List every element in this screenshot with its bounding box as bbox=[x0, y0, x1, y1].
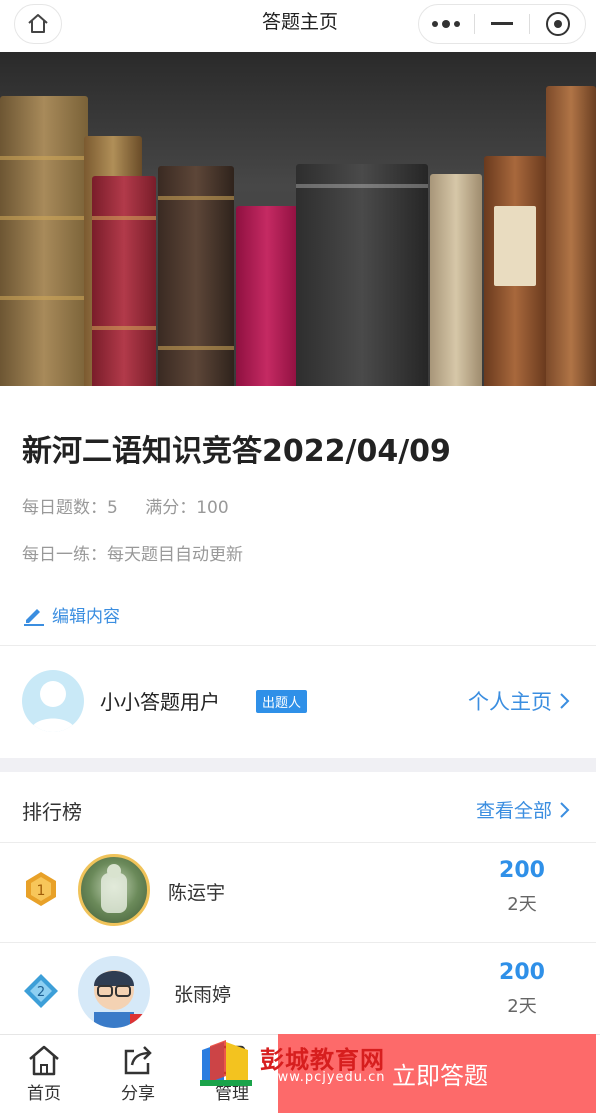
minimize-button[interactable] bbox=[475, 5, 530, 43]
tab-home[interactable]: 首页 bbox=[14, 1043, 74, 1104]
author-row: 小小答题用户 出题人 个人主页 bbox=[0, 646, 596, 756]
rank-user-name: 张雨婷 bbox=[174, 984, 232, 1006]
view-all-link[interactable]: 查看全部 bbox=[476, 796, 572, 823]
view-all-label: 查看全部 bbox=[475, 800, 552, 822]
author-avatar[interactable] bbox=[22, 670, 84, 732]
gold-medal-icon: 1 bbox=[22, 870, 60, 912]
quiz-meta: 每日题数：5 满分：100 bbox=[22, 493, 251, 518]
more-button[interactable] bbox=[419, 5, 474, 43]
more-dots-icon bbox=[432, 20, 461, 28]
banner-image-books bbox=[0, 52, 596, 386]
silver-medal-icon: 2 bbox=[22, 972, 60, 1014]
rank-score: 200 bbox=[499, 960, 545, 985]
ranking-title: 排行榜 bbox=[22, 800, 82, 824]
watermark-logo-icon bbox=[200, 1040, 252, 1086]
default-user-icon bbox=[30, 681, 76, 732]
full-score: 满分：100 bbox=[145, 498, 229, 518]
minus-icon bbox=[491, 22, 513, 25]
quiz-title: 新河二语知识竞答2022/04/09 bbox=[22, 434, 451, 469]
edit-content-button[interactable]: 编辑内容 bbox=[22, 602, 120, 627]
author-name: 小小答题用户 bbox=[100, 690, 220, 714]
close-miniprogram-button[interactable] bbox=[530, 5, 585, 43]
rank-user-name: 陈运宇 bbox=[168, 882, 226, 904]
quiz-description: 每日一练：每天题目自动更新 bbox=[22, 545, 243, 565]
user-avatar bbox=[78, 854, 150, 926]
mini-program-capsule bbox=[418, 4, 586, 44]
svg-text:1: 1 bbox=[37, 883, 46, 899]
top-nav-bar: 答题主页 bbox=[0, 0, 600, 48]
personal-page-label: 个人主页 bbox=[468, 690, 552, 714]
personal-page-link[interactable]: 个人主页 bbox=[468, 686, 572, 716]
chevron-right-icon bbox=[560, 693, 570, 709]
edit-content-label: 编辑内容 bbox=[52, 607, 120, 627]
rank-days: 2天 bbox=[507, 996, 537, 1017]
watermark: 彭城教育网 www.pcjyedu.cn bbox=[196, 1036, 436, 1092]
rank-score: 200 bbox=[499, 858, 545, 883]
tab-share-label: 分享 bbox=[121, 1084, 155, 1104]
ranking-row[interactable]: 2 张雨婷 200 2天 bbox=[0, 944, 596, 1044]
share-icon bbox=[124, 1046, 152, 1075]
tab-share[interactable]: 分享 bbox=[108, 1043, 168, 1104]
target-icon bbox=[545, 12, 570, 36]
row-divider bbox=[0, 942, 596, 943]
tab-home-label: 首页 bbox=[27, 1084, 61, 1104]
user-avatar bbox=[78, 956, 150, 1028]
home-icon bbox=[29, 1045, 59, 1076]
section-gap bbox=[0, 758, 596, 772]
watermark-url: www.pcjyedu.cn bbox=[266, 1070, 386, 1085]
author-role-badge: 出题人 bbox=[256, 690, 308, 713]
svg-text:2: 2 bbox=[37, 985, 45, 1000]
edit-pencil-icon bbox=[24, 608, 44, 626]
rank-days: 2天 bbox=[507, 894, 537, 915]
ranking-row[interactable]: 1 陈运宇 200 2天 bbox=[0, 842, 596, 942]
ranking-header: 排行榜 查看全部 bbox=[0, 772, 596, 842]
daily-count: 每日题数：5 bbox=[22, 498, 118, 518]
chevron-right-icon bbox=[560, 801, 570, 818]
